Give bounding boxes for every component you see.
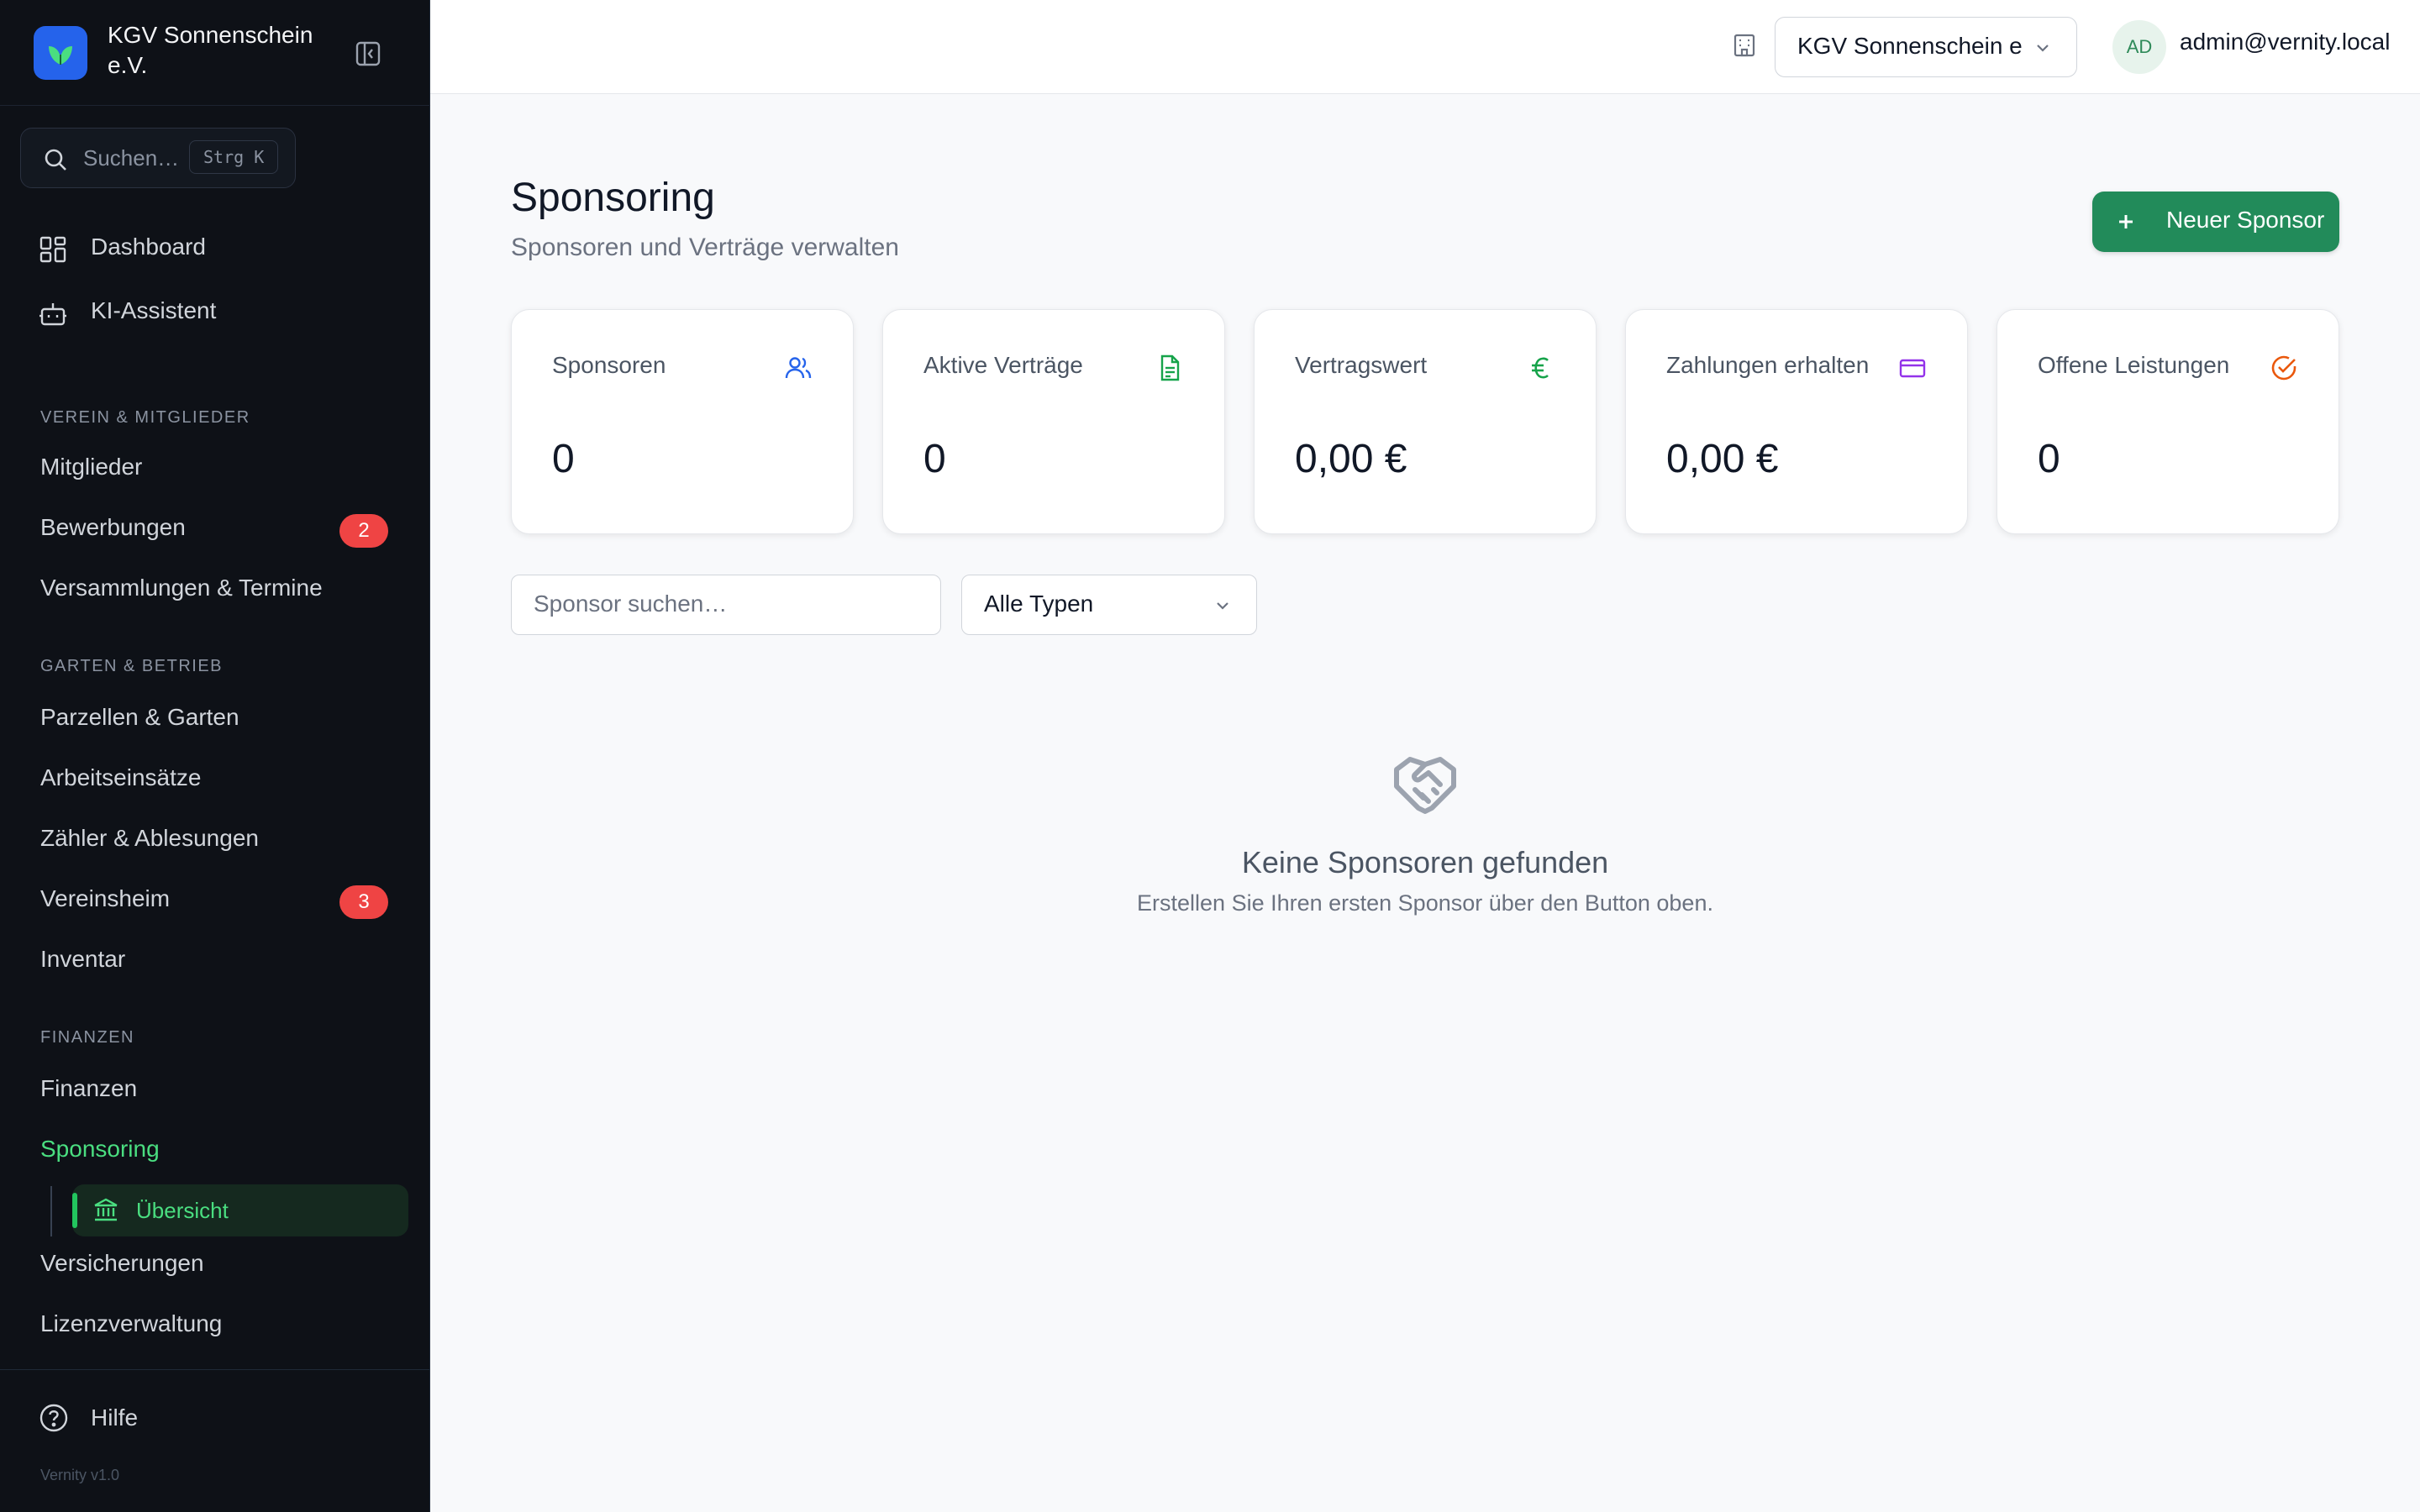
new-sponsor-button[interactable]: Neuer Sponsor (2092, 192, 2339, 252)
building-icon (1733, 34, 1755, 57)
sidebar-item-arbeitseinsaetze[interactable]: Arbeitseinsätze (40, 764, 201, 791)
stat-value: 0 (2038, 437, 2060, 481)
brand-logo-icon (34, 26, 87, 80)
check-circle-icon (2271, 355, 2296, 381)
stat-label: Vertragswert (1295, 352, 1428, 378)
stat-value: 0,00 € (1666, 437, 1779, 481)
dashboard-icon (39, 236, 66, 263)
stat-card-zahlungen: Zahlungen erhalten 0,00 € (1625, 309, 1968, 534)
sidebar-item-mitglieder[interactable]: Mitglieder (40, 454, 142, 480)
stat-label: Sponsoren (552, 352, 666, 378)
topbar: KGV Sonnenschein e.V. AD admin@vernity.l… (430, 0, 2420, 94)
submenu-line (50, 1186, 52, 1236)
sidebar: KGV Sonnenschein e.V. Suchen… Strg K Das… (0, 0, 430, 1512)
chevron-down-icon (1217, 602, 1228, 610)
sidebar-subitem-label: Übersicht (136, 1198, 229, 1223)
landmark-icon (94, 1198, 118, 1221)
credit-card-icon (1899, 359, 1926, 378)
stat-card-vertragswert: Vertragswert 0,00 € (1254, 309, 1597, 534)
stat-label: Zahlungen erhalten (1666, 352, 1870, 378)
search-shortcut: Strg K (189, 140, 279, 174)
stat-value: 0,00 € (1295, 437, 1407, 481)
new-sponsor-label: Neuer Sponsor (2166, 207, 2325, 233)
sidebar-item-inventar[interactable]: Inventar (40, 946, 125, 973)
sidebar-item-lizenzverwaltung[interactable]: Lizenzverwaltung (40, 1310, 222, 1337)
brand-name: KGV Sonnenschein e.V. (108, 22, 313, 78)
sidebar-item-label: KI-Assistent (91, 297, 217, 323)
plus-icon (2119, 215, 2133, 228)
organization-select-value: KGV Sonnenschein e.V. (1797, 33, 2024, 59)
stat-value: 0 (923, 437, 946, 481)
vereinsheim-count-badge: 3 (339, 885, 388, 919)
section-title-finanzen: Finanzen (40, 1028, 134, 1047)
stat-label: Aktive Verträge (923, 352, 1083, 378)
sidebar-subitem-uebersicht[interactable]: Übersicht (72, 1184, 408, 1236)
sponsor-search-input[interactable]: Sponsor suchen… (511, 575, 941, 635)
handshake-icon (1394, 757, 1456, 814)
collapse-sidebar-button[interactable] (351, 37, 385, 71)
sidebar-item-parzellen[interactable]: Parzellen & Garten (40, 704, 239, 731)
file-text-icon (1160, 354, 1180, 381)
help-circle-icon (39, 1404, 68, 1432)
sidebar-item-vereinsheim[interactable]: Vereinsheim (40, 885, 170, 912)
section-title-garten: Garten & Betrieb (40, 657, 224, 675)
sidebar-toggle-icon (355, 41, 381, 66)
sidebar-item-versicherungen[interactable]: Versicherungen (40, 1250, 204, 1277)
sidebar-item-ki-assistent[interactable]: KI-Assistent (0, 287, 430, 338)
sidebar-item-label: Hilfe (91, 1404, 139, 1431)
sidebar-item-versammlungen[interactable]: Versammlungen & Termine (40, 575, 323, 601)
page-subtitle: Sponsoren und Verträge verwalten (511, 234, 899, 261)
euro-icon (1532, 357, 1549, 379)
sidebar-brand: KGV Sonnenschein e.V. (0, 0, 430, 106)
empty-state-title: Keine Sponsoren gefunden (1241, 845, 1609, 879)
bot-icon (39, 303, 66, 326)
app-version: Vernity v1.0 (40, 1467, 120, 1483)
stat-label: Offene Leistungen (2038, 352, 2230, 378)
stat-card-offene-leistungen: Offene Leistungen 0 (1996, 309, 2339, 534)
section-title-verein: Verein & Mitglieder (40, 408, 250, 427)
stat-card-sponsoren: Sponsoren 0 (511, 309, 854, 534)
empty-state-text: Erstellen Sie Ihren ersten Sponsor über … (1137, 890, 1713, 916)
type-filter-select[interactable]: Alle Typen (961, 575, 1257, 635)
type-filter-value: Alle Typen (984, 591, 1094, 617)
sidebar-item-zaehler[interactable]: Zähler & Ablesungen (40, 825, 259, 852)
active-indicator (72, 1193, 77, 1228)
user-email[interactable]: admin@vernity.local (2180, 29, 2390, 55)
search-icon (45, 149, 66, 171)
avatar[interactable]: AD (2112, 20, 2166, 74)
chevron-down-icon (2037, 45, 2049, 52)
stat-value: 0 (552, 437, 575, 481)
sidebar-search[interactable]: Suchen… Strg K (20, 128, 296, 188)
sidebar-item-label: Dashboard (91, 234, 206, 260)
sidebar-item-finanzen[interactable]: Finanzen (40, 1075, 137, 1102)
page-title: Sponsoring (511, 176, 715, 220)
bewerbungen-count-badge: 2 (339, 514, 388, 548)
sidebar-item-hilfe[interactable]: Hilfe (0, 1393, 430, 1443)
sidebar-item-sponsoring[interactable]: Sponsoring (40, 1136, 160, 1163)
stat-card-aktive-vertraege: Aktive Verträge 0 (882, 309, 1225, 534)
organization-select[interactable]: KGV Sonnenschein e.V. (1775, 17, 2077, 77)
sidebar-divider (0, 1369, 430, 1370)
users-icon (785, 357, 812, 379)
search-placeholder: Suchen… (83, 145, 180, 171)
sidebar-item-dashboard[interactable]: Dashboard (0, 223, 430, 274)
sidebar-item-bewerbungen[interactable]: Bewerbungen (40, 514, 186, 541)
sponsor-search-placeholder: Sponsor suchen… (534, 591, 728, 617)
